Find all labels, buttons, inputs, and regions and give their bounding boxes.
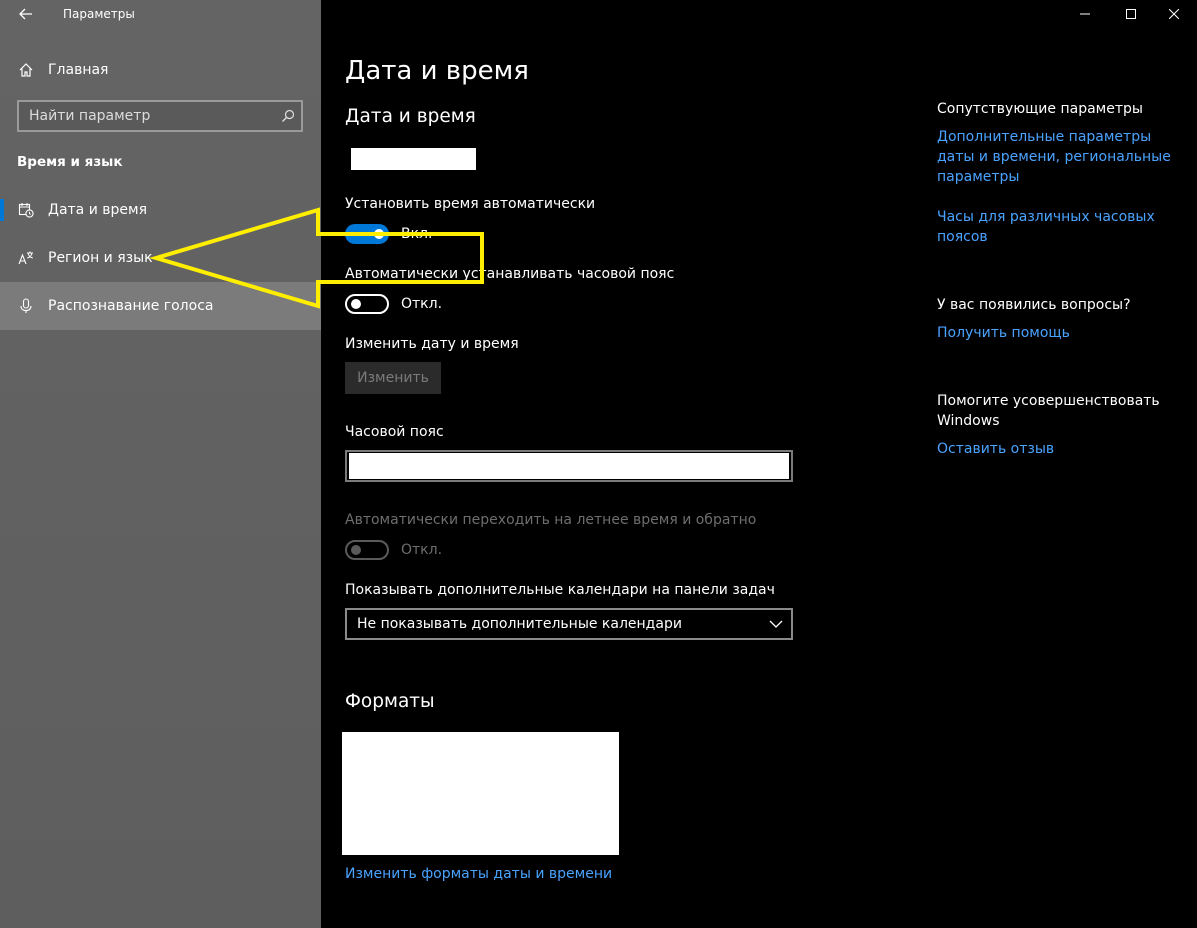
- feedback-link[interactable]: Оставить отзыв: [937, 439, 1182, 459]
- change-formats-link[interactable]: Изменить форматы даты и времени: [345, 866, 612, 882]
- timezone-value-redacted: [349, 453, 789, 479]
- sidebar-item-home[interactable]: Главная: [0, 52, 321, 88]
- auto-time-state: Вкл.: [401, 226, 433, 242]
- section-heading-formats: Форматы: [345, 691, 435, 712]
- sidebar: Параметры Главная Найти параметр Время и…: [0, 0, 321, 928]
- auto-time-toggle[interactable]: [345, 224, 389, 244]
- timezone-select[interactable]: [345, 450, 793, 482]
- back-button[interactable]: [13, 2, 39, 26]
- search-icon[interactable]: [281, 109, 295, 123]
- section-heading-date-time: Дата и время: [345, 106, 476, 127]
- sidebar-item-label: Главная: [48, 62, 109, 78]
- related-heading: Сопутствующие параметры: [937, 101, 1143, 117]
- current-datetime-redacted: [351, 148, 476, 170]
- formats-preview-redacted: [342, 732, 619, 855]
- toggle-knob: [351, 299, 361, 309]
- change-datetime-label: Изменить дату и время: [345, 336, 519, 352]
- back-arrow-icon: [19, 8, 32, 20]
- main-content: Дата и время Дата и время Установить вре…: [321, 0, 921, 928]
- auto-timezone-label: Автоматически устанавливать часовой пояс: [345, 266, 675, 282]
- search-input[interactable]: Найти параметр: [17, 100, 303, 132]
- sidebar-item-label: Регион и язык: [48, 250, 153, 266]
- sidebar-item-label: Распознавание голоса: [48, 298, 214, 314]
- home-icon: [17, 61, 35, 79]
- sidebar-item-speech[interactable]: Распознавание голоса: [0, 282, 321, 330]
- dst-label: Автоматически переходить на летнее время…: [345, 512, 757, 528]
- sidebar-item-region-language[interactable]: Регион и язык: [0, 234, 321, 282]
- additional-settings-link[interactable]: Дополнительные параметры даты и времени,…: [937, 127, 1182, 187]
- clock-calendar-icon: [17, 201, 35, 219]
- chevron-down-icon: [769, 620, 783, 628]
- toggle-knob: [351, 545, 361, 555]
- additional-clocks-link[interactable]: Часы для различных часовых поясов: [937, 207, 1157, 247]
- app-title: Параметры: [63, 7, 135, 21]
- auto-timezone-state: Откл.: [401, 296, 443, 312]
- dst-toggle[interactable]: [345, 540, 389, 560]
- calendars-selected-value: Не показывать дополнительные календари: [357, 616, 682, 632]
- active-indicator: [0, 199, 4, 221]
- timezone-label: Часовой пояс: [345, 424, 444, 440]
- calendars-select[interactable]: Не показывать дополнительные календари: [345, 608, 793, 640]
- calendars-label: Показывать дополнительные календари на п…: [345, 582, 775, 598]
- improve-heading: Помогите усовершенствовать Windows: [937, 393, 1160, 429]
- get-help-link[interactable]: Получить помощь: [937, 323, 1182, 343]
- region-language-icon: [17, 249, 35, 267]
- related-settings-panel: Сопутствующие параметры Дополнительные п…: [937, 0, 1187, 928]
- change-datetime-button[interactable]: Изменить: [345, 362, 441, 394]
- sidebar-item-date-time[interactable]: Дата и время: [0, 186, 321, 234]
- microphone-icon: [17, 297, 35, 315]
- sidebar-section-title: Время и язык: [17, 154, 123, 170]
- search-placeholder: Найти параметр: [29, 108, 151, 124]
- auto-time-label: Установить время автоматически: [345, 196, 596, 212]
- toggle-knob: [374, 229, 384, 239]
- auto-timezone-toggle[interactable]: [345, 294, 389, 314]
- sidebar-item-label: Дата и время: [48, 202, 147, 218]
- questions-heading: У вас появились вопросы?: [937, 297, 1131, 313]
- page-title: Дата и время: [345, 56, 529, 86]
- dst-state: Откл.: [401, 542, 443, 558]
